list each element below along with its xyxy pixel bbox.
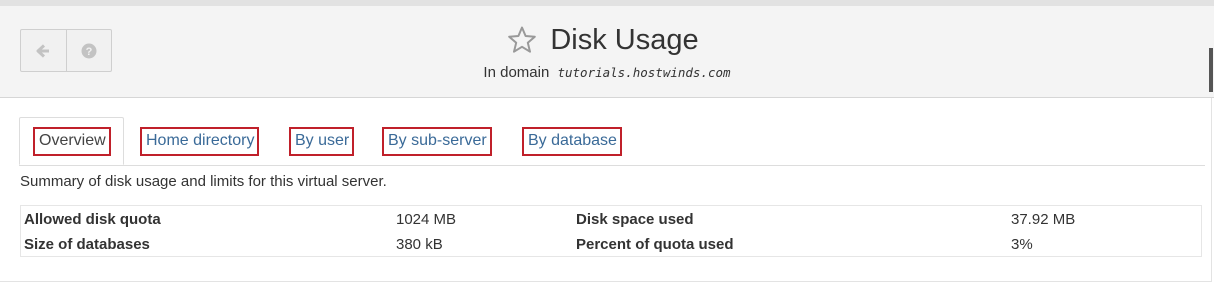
domain-name: tutorials.hostwinds.com (557, 65, 731, 80)
disk-used-value: 37.92 MB (1011, 211, 1076, 228)
title-row: Disk Usage (0, 20, 1214, 60)
allowed-quota-label: Allowed disk quota (24, 211, 161, 228)
tab-label: By sub-server (382, 126, 492, 156)
disk-used-label: Disk space used (576, 211, 694, 228)
quota-percent-value: 3% (1011, 236, 1033, 253)
quota-percent-label: Percent of quota used (576, 236, 734, 253)
db-size-label: Size of databases (24, 236, 150, 253)
page-header: ? Disk Usage In domain tutorials.hostwin… (0, 6, 1214, 98)
disk-usage-table: Allowed disk quota 1024 MB Disk space us… (20, 205, 1202, 257)
page-title: Disk Usage (550, 23, 699, 56)
tab-by-database[interactable]: By database (522, 117, 622, 165)
allowed-quota-value: 1024 MB (396, 211, 457, 228)
scrollbar-thumb[interactable] (1209, 48, 1213, 92)
tab-by-sub-server[interactable]: By sub-server (382, 117, 492, 165)
db-size-value: 380 kB (396, 236, 443, 253)
subtitle-prefix: In domain (483, 64, 550, 81)
tab-label: By database (522, 126, 622, 156)
tab-overview[interactable]: Overview (19, 117, 124, 165)
star-icon[interactable] (507, 25, 537, 55)
tab-label: Home directory (140, 126, 260, 156)
tab-bar: Overview Home directory By user By sub-s… (19, 117, 1205, 166)
page-subtitle: In domain tutorials.hostwinds.com (0, 64, 1214, 81)
tab-label: By user (289, 126, 355, 156)
summary-text: Summary of disk usage and limits for thi… (20, 173, 387, 190)
tab-label: Overview (33, 126, 111, 156)
tab-by-user[interactable]: By user (289, 117, 355, 165)
tab-home-directory[interactable]: Home directory (140, 117, 260, 165)
